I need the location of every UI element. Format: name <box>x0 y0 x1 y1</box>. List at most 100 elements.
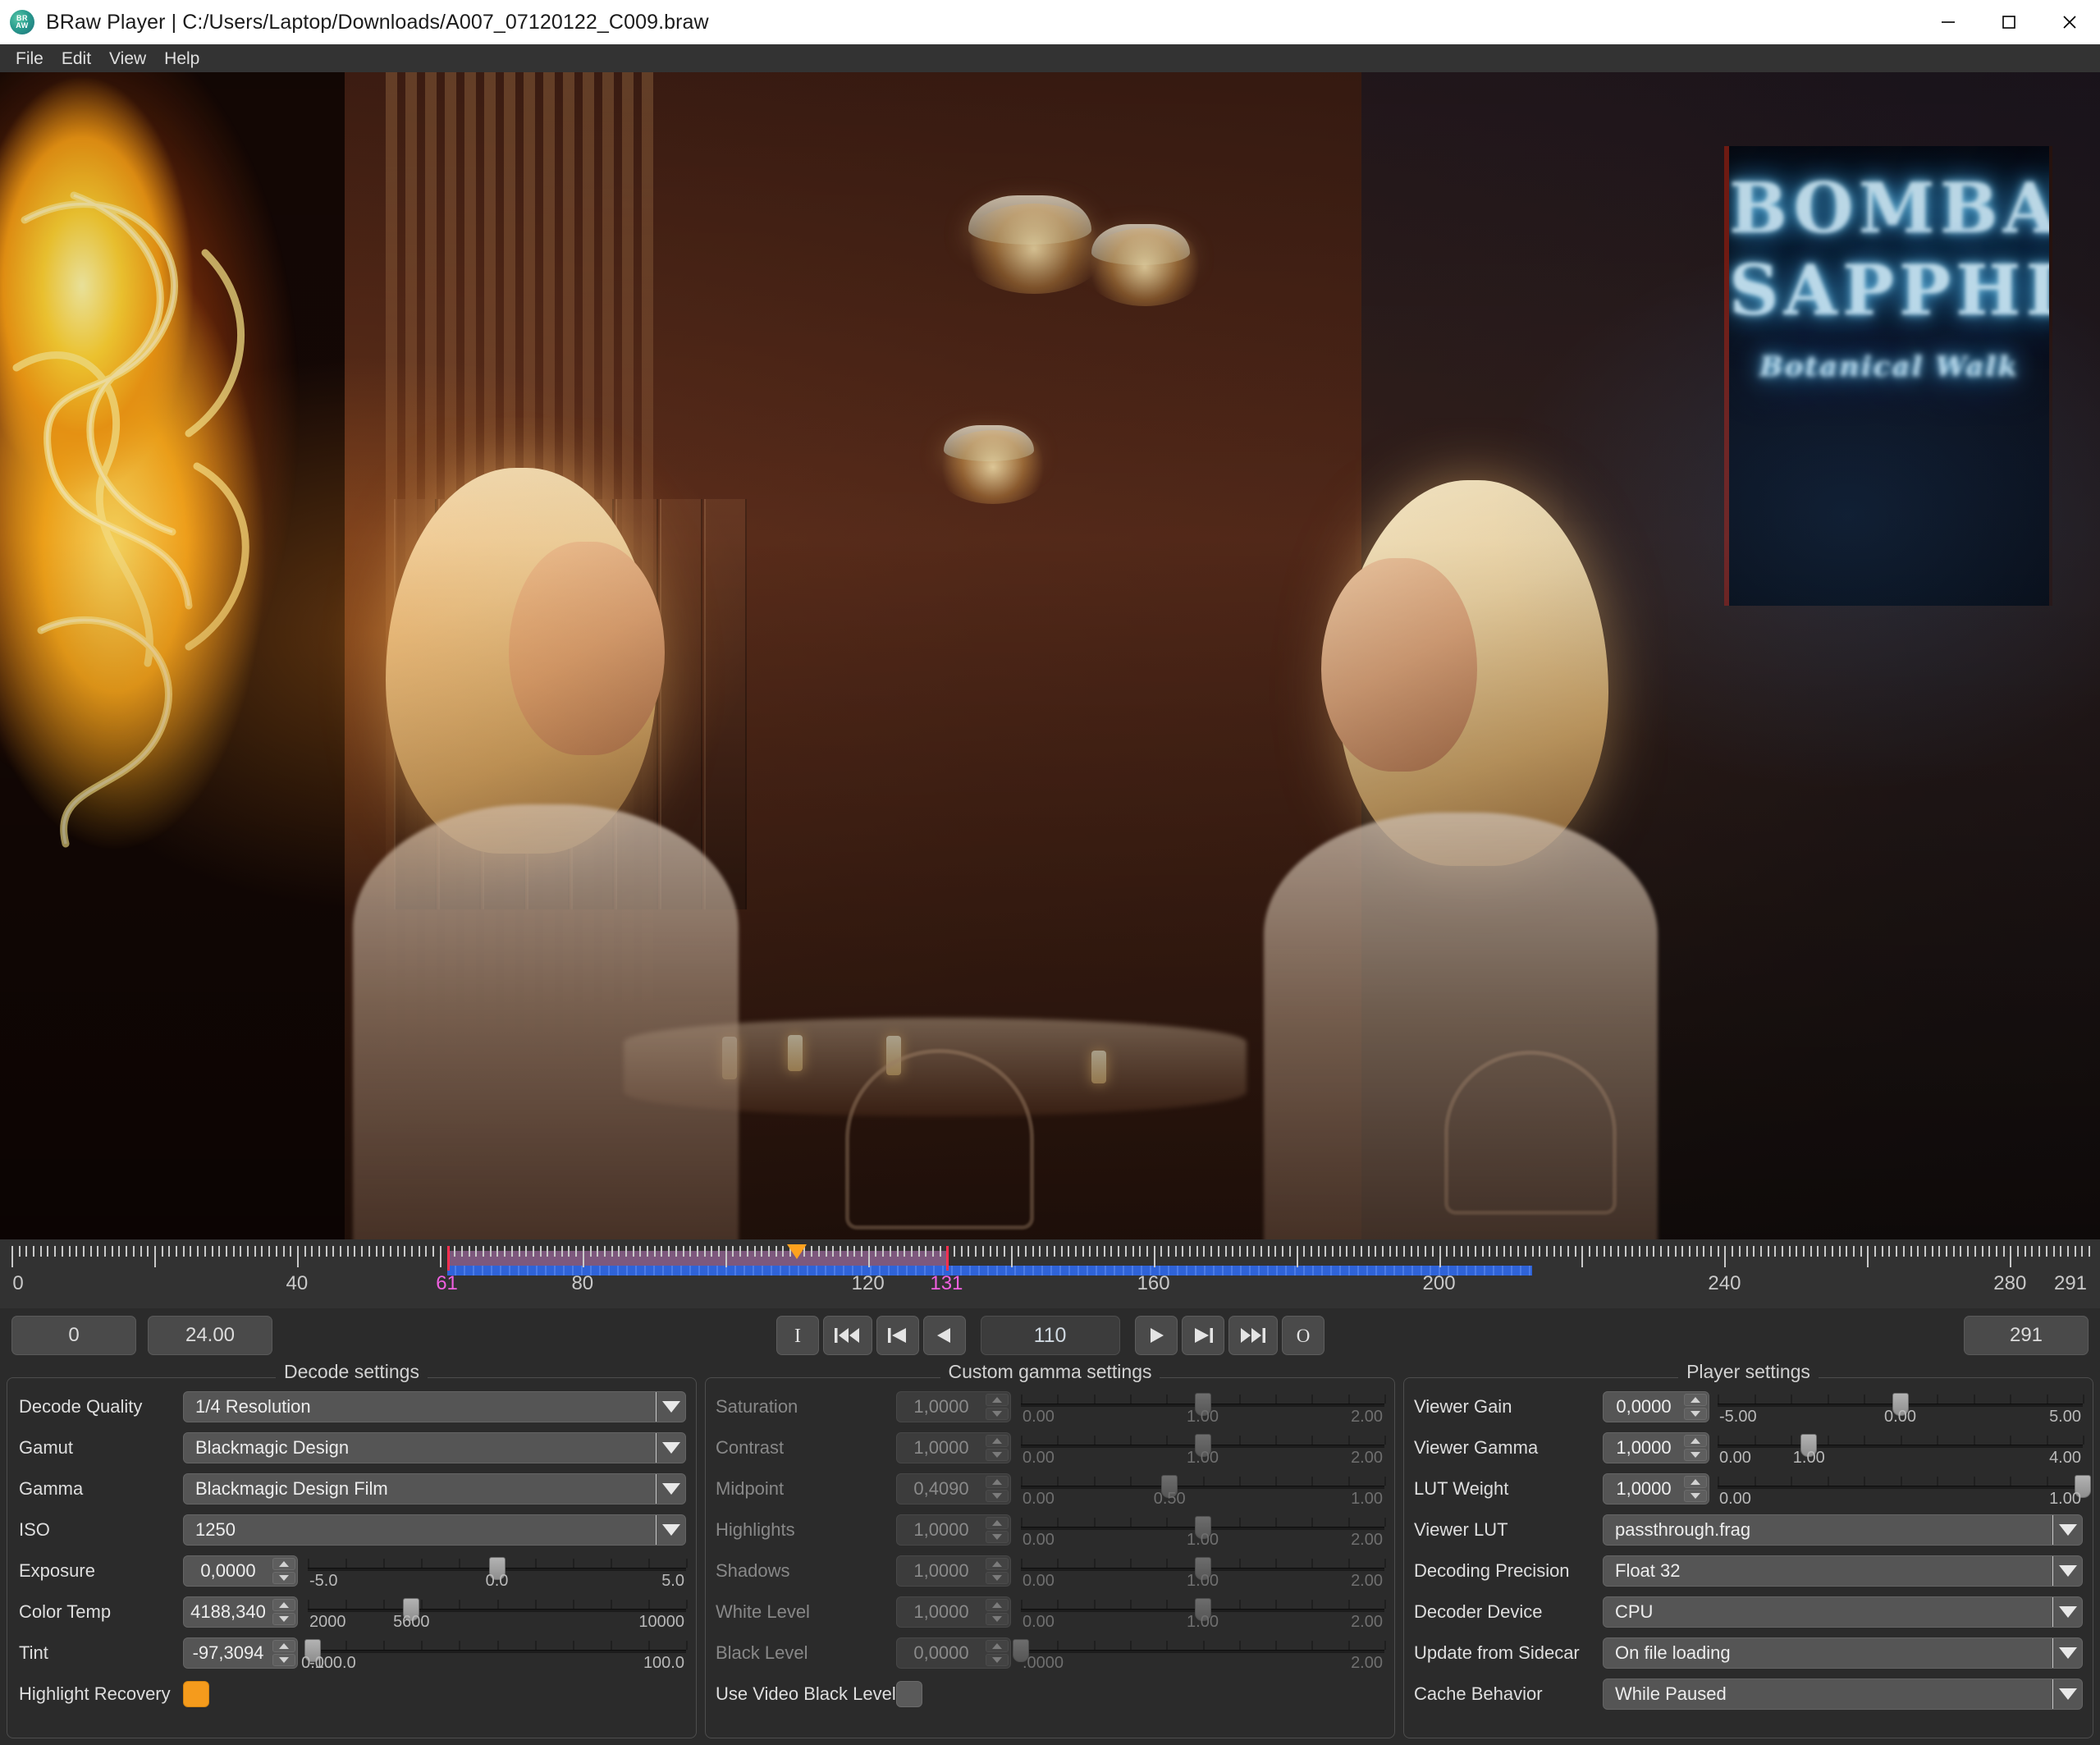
in-point-marker[interactable] <box>446 1246 450 1271</box>
viewer-gamma-slider[interactable]: 0.00 1.00 4.00 <box>1718 1431 2084 1467</box>
color-temp-spinbox[interactable]: 4188,340 <box>183 1596 298 1628</box>
go-to-end-button[interactable] <box>1228 1316 1278 1355</box>
chevron-down-icon[interactable] <box>656 1514 685 1545</box>
step-forward-button[interactable] <box>1181 1316 1224 1355</box>
chevron-down-icon[interactable] <box>656 1432 685 1463</box>
decoder-device-select[interactable]: CPU <box>1603 1596 2083 1628</box>
color-temp-stepper[interactable] <box>272 1598 295 1625</box>
midpoint-stepper[interactable] <box>986 1475 1009 1502</box>
decoding-precision-select[interactable]: Float 32 <box>1603 1555 2083 1587</box>
stepper-up-icon[interactable] <box>1684 1434 1707 1447</box>
chevron-down-icon[interactable] <box>2052 1514 2082 1545</box>
highlights-spinbox[interactable]: 1,0000 <box>896 1514 1011 1546</box>
stepper-up-icon[interactable] <box>986 1393 1009 1406</box>
set-in-point-button[interactable]: I <box>775 1316 819 1355</box>
exposure-stepper[interactable] <box>272 1557 295 1584</box>
chevron-down-icon[interactable] <box>2052 1555 2082 1586</box>
chevron-down-icon[interactable] <box>2052 1637 2082 1668</box>
midpoint-slider[interactable]: 0.00 0.50 1.00 <box>1021 1472 1386 1508</box>
lut-weight-slider[interactable]: 0.00 1.00 <box>1718 1472 2091 1508</box>
stepper-down-icon[interactable] <box>1684 1489 1707 1502</box>
black-level-stepper[interactable] <box>986 1639 1009 1666</box>
contrast-stepper[interactable] <box>986 1434 1009 1461</box>
current-frame-field[interactable]: 110 <box>980 1316 1120 1355</box>
stepper-down-icon[interactable] <box>1684 1448 1707 1461</box>
update-from-sidecar-select[interactable]: On file loading <box>1603 1637 2083 1669</box>
out-point-marker[interactable] <box>946 1246 949 1271</box>
step-back-button[interactable] <box>922 1316 966 1355</box>
timeline[interactable]: 0 40 61 80 120 131 160 200 240 280 291 <box>0 1239 2100 1308</box>
stepper-down-icon[interactable] <box>986 1530 1009 1543</box>
midpoint-spinbox[interactable]: 0,4090 <box>896 1472 1011 1505</box>
menu-item-edit[interactable]: Edit <box>53 48 100 70</box>
stepper-down-icon[interactable] <box>272 1571 295 1584</box>
previous-marker-button[interactable] <box>876 1316 919 1355</box>
stepper-up-icon[interactable] <box>1684 1475 1707 1488</box>
shadows-spinbox[interactable]: 1,0000 <box>896 1555 1011 1587</box>
chevron-down-icon[interactable] <box>656 1391 685 1422</box>
saturation-slider[interactable]: 0.00 1.00 2.00 <box>1021 1390 1386 1426</box>
playhead-marker[interactable] <box>786 1244 807 1259</box>
play-button[interactable] <box>1134 1316 1178 1355</box>
white-level-stepper[interactable] <box>986 1598 1009 1625</box>
slider-track[interactable] <box>1718 1486 2083 1489</box>
stepper-up-icon[interactable] <box>986 1516 1009 1529</box>
color-temp-slider[interactable]: 2000 5600 10000 <box>308 1595 688 1631</box>
gamut-select[interactable]: Blackmagic Design <box>183 1431 686 1463</box>
contrast-slider[interactable]: 0.00 1.00 2.00 <box>1021 1431 1386 1467</box>
decode-quality-select[interactable]: 1/4 Resolution <box>183 1390 686 1422</box>
contrast-spinbox[interactable]: 1,0000 <box>896 1431 1011 1463</box>
tint-stepper[interactable] <box>272 1639 295 1666</box>
saturation-stepper[interactable] <box>986 1393 1009 1420</box>
close-button[interactable] <box>2039 0 2100 44</box>
stepper-down-icon[interactable] <box>272 1653 295 1666</box>
highlights-slider[interactable]: 0.00 1.00 2.00 <box>1021 1513 1386 1549</box>
stepper-up-icon[interactable] <box>272 1639 295 1652</box>
menu-item-view[interactable]: View <box>100 48 155 70</box>
slider-track[interactable] <box>1021 1650 1384 1653</box>
stepper-up-icon[interactable] <box>272 1598 295 1611</box>
slider-track[interactable] <box>308 1650 686 1653</box>
slider-track[interactable] <box>1021 1486 1384 1489</box>
viewer-gamma-stepper[interactable] <box>1684 1434 1707 1461</box>
shadows-stepper[interactable] <box>986 1557 1009 1584</box>
black-level-slider[interactable]: .0000 2.00 <box>1013 1636 1386 1672</box>
stepper-down-icon[interactable] <box>986 1407 1009 1420</box>
stepper-up-icon[interactable] <box>986 1598 1009 1611</box>
slider-track[interactable] <box>308 1609 686 1612</box>
use-video-black-level-checkbox[interactable] <box>896 1680 922 1707</box>
start-frame-field[interactable]: 0 <box>11 1316 136 1355</box>
white-level-slider[interactable]: 0.00 1.00 2.00 <box>1021 1595 1386 1631</box>
stepper-down-icon[interactable] <box>986 1448 1009 1461</box>
cache-behavior-select[interactable]: While Paused <box>1603 1678 2083 1710</box>
black-level-spinbox[interactable]: 0,0000 <box>896 1637 1011 1669</box>
stepper-down-icon[interactable] <box>986 1489 1009 1502</box>
exposure-spinbox[interactable]: 0,0000 <box>183 1555 298 1587</box>
viewer-lut-select[interactable]: passthrough.frag <box>1603 1514 2083 1546</box>
chevron-down-icon[interactable] <box>656 1473 685 1504</box>
video-viewer[interactable]: BOMBAY SAPPHIRE Botanical Walk <box>0 72 2100 1239</box>
stepper-down-icon[interactable] <box>986 1571 1009 1584</box>
highlights-stepper[interactable] <box>986 1516 1009 1543</box>
white-level-spinbox[interactable]: 1,0000 <box>896 1596 1011 1628</box>
menu-item-file[interactable]: File <box>7 48 53 70</box>
highlight-recovery-checkbox[interactable] <box>183 1680 209 1707</box>
viewer-gain-spinbox[interactable]: 0,0000 <box>1603 1390 1709 1422</box>
saturation-spinbox[interactable]: 1,0000 <box>896 1390 1011 1422</box>
stepper-up-icon[interactable] <box>1684 1393 1707 1406</box>
stepper-down-icon[interactable] <box>1684 1407 1707 1420</box>
stepper-up-icon[interactable] <box>986 1639 1009 1652</box>
set-out-point-button[interactable]: O <box>1281 1316 1325 1355</box>
go-to-start-button[interactable] <box>822 1316 872 1355</box>
chevron-down-icon[interactable] <box>2052 1596 2082 1627</box>
maximize-button[interactable] <box>1979 0 2039 44</box>
lut-weight-spinbox[interactable]: 1,0000 <box>1603 1472 1709 1505</box>
slider-track[interactable] <box>1718 1445 2083 1448</box>
viewer-gain-slider[interactable]: -5.00 0.00 5.00 <box>1718 1390 2084 1426</box>
exposure-slider[interactable]: -5.0 0.0 5.0 <box>308 1554 688 1590</box>
tint-slider[interactable]: -100.0 0.0 100.0 <box>301 1636 688 1672</box>
tint-spinbox[interactable]: -97,3094 <box>183 1637 298 1669</box>
stepper-down-icon[interactable] <box>986 1612 1009 1625</box>
menu-item-help[interactable]: Help <box>155 48 208 70</box>
viewer-gamma-spinbox[interactable]: 1,0000 <box>1603 1431 1709 1463</box>
